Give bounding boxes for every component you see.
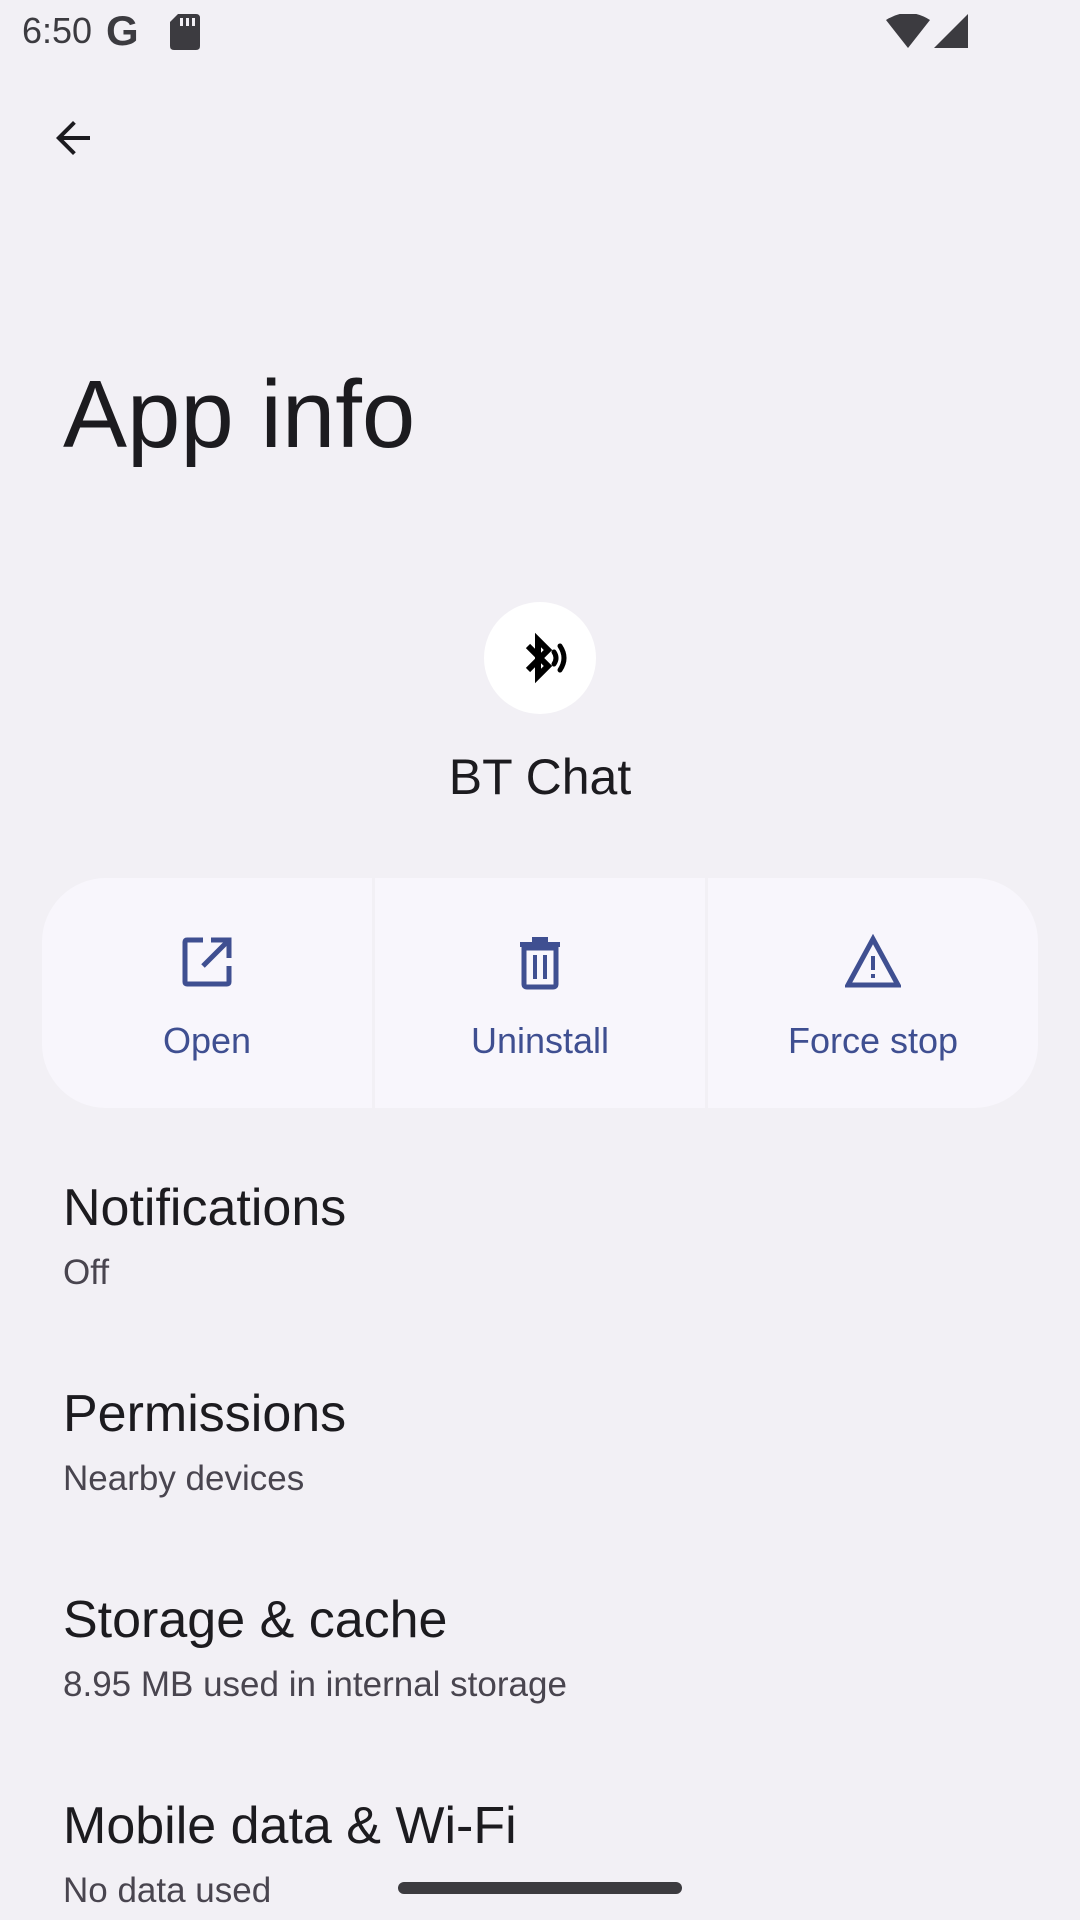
warning-icon bbox=[845, 934, 901, 988]
arrow-back-icon bbox=[56, 121, 90, 155]
signal-icon bbox=[934, 14, 968, 48]
force-stop-button[interactable]: Force stop bbox=[708, 878, 1038, 1108]
open-external-icon bbox=[182, 937, 232, 987]
app-name: BT Chat bbox=[448, 749, 632, 805]
pref-title: Storage & cache bbox=[63, 1591, 448, 1649]
uninstall-button[interactable]: Uninstall bbox=[375, 878, 705, 1108]
pref-title: Mobile data & Wi-Fi bbox=[63, 1797, 517, 1855]
open-button[interactable]: Open bbox=[42, 878, 372, 1108]
permissions-item[interactable]: Permissions Nearby devices bbox=[0, 1382, 1080, 1502]
page-title: App info bbox=[63, 361, 416, 468]
pref-title: Permissions bbox=[63, 1385, 347, 1443]
sd-card-icon bbox=[170, 14, 200, 50]
action-buttons: Open Uninstall Force stop bbox=[42, 878, 1038, 1108]
force-stop-label: Force stop bbox=[787, 1020, 959, 1061]
status-bar: 6:50 G bbox=[0, 0, 1080, 64]
notifications-item[interactable]: Notifications Off bbox=[0, 1176, 1080, 1296]
pref-title: Notifications bbox=[63, 1179, 347, 1237]
back-button[interactable] bbox=[38, 102, 110, 174]
navigation-handle[interactable] bbox=[398, 1882, 682, 1894]
app-icon bbox=[484, 602, 596, 714]
storage-cache-item[interactable]: Storage & cache 8.95 MB used in internal… bbox=[0, 1588, 1080, 1708]
open-label: Open bbox=[162, 1020, 252, 1061]
pref-summary: Off bbox=[63, 1253, 110, 1292]
status-time: 6:50 bbox=[22, 10, 93, 51]
mobile-data-wifi-item[interactable]: Mobile data & Wi-Fi No data used bbox=[0, 1794, 1080, 1914]
uninstall-label: Uninstall bbox=[470, 1020, 610, 1061]
google-icon: G bbox=[106, 7, 139, 54]
bluetooth-audio-icon bbox=[525, 632, 567, 684]
wifi-icon bbox=[886, 14, 930, 48]
pref-summary: 8.95 MB used in internal storage bbox=[63, 1665, 567, 1704]
trash-icon bbox=[520, 937, 560, 990]
pref-summary: Nearby devices bbox=[63, 1459, 305, 1498]
app-info-screen: 6:50 G App info BT Chat Open Uninstall F… bbox=[0, 0, 1080, 1920]
